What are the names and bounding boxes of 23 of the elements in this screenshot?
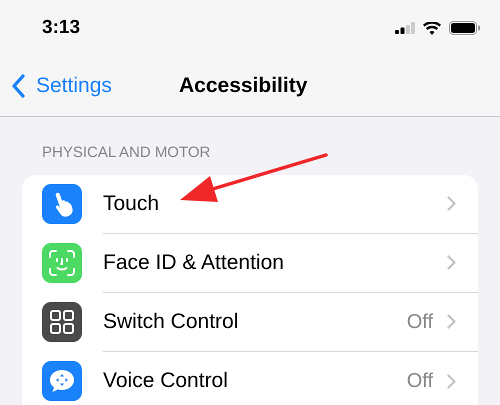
row-label: Touch: [103, 190, 160, 217]
chevron-right-icon: [447, 196, 456, 211]
page-title: Accessibility: [179, 73, 308, 100]
chevron-left-icon: [12, 74, 26, 98]
row-label: Switch Control: [103, 308, 240, 335]
signal-icon: [395, 22, 415, 34]
settings-row[interactable]: Voice Control Off: [22, 352, 478, 405]
face-scan-icon: [48, 249, 76, 277]
status-time: 3:13: [42, 16, 80, 40]
row-value: Off: [406, 369, 433, 394]
chevron-right-icon: [447, 314, 456, 329]
settings-row[interactable]: Switch Control Off: [22, 292, 478, 352]
row-label: Voice Control: [103, 368, 229, 394]
row-value: Off: [406, 310, 433, 334]
chevron-right-icon: [447, 255, 456, 270]
grid-icon: [49, 309, 75, 335]
chevron-right-icon: [447, 374, 456, 388]
section-header: PHYSICAL AND MOTOR: [41, 143, 212, 163]
battery-icon: [449, 21, 480, 35]
settings-row[interactable]: Face ID & Attention: [22, 234, 478, 292]
row-label: Face ID & Attention: [103, 250, 285, 276]
wifi-icon: [423, 22, 441, 34]
speech-bubble-icon: [48, 368, 76, 394]
